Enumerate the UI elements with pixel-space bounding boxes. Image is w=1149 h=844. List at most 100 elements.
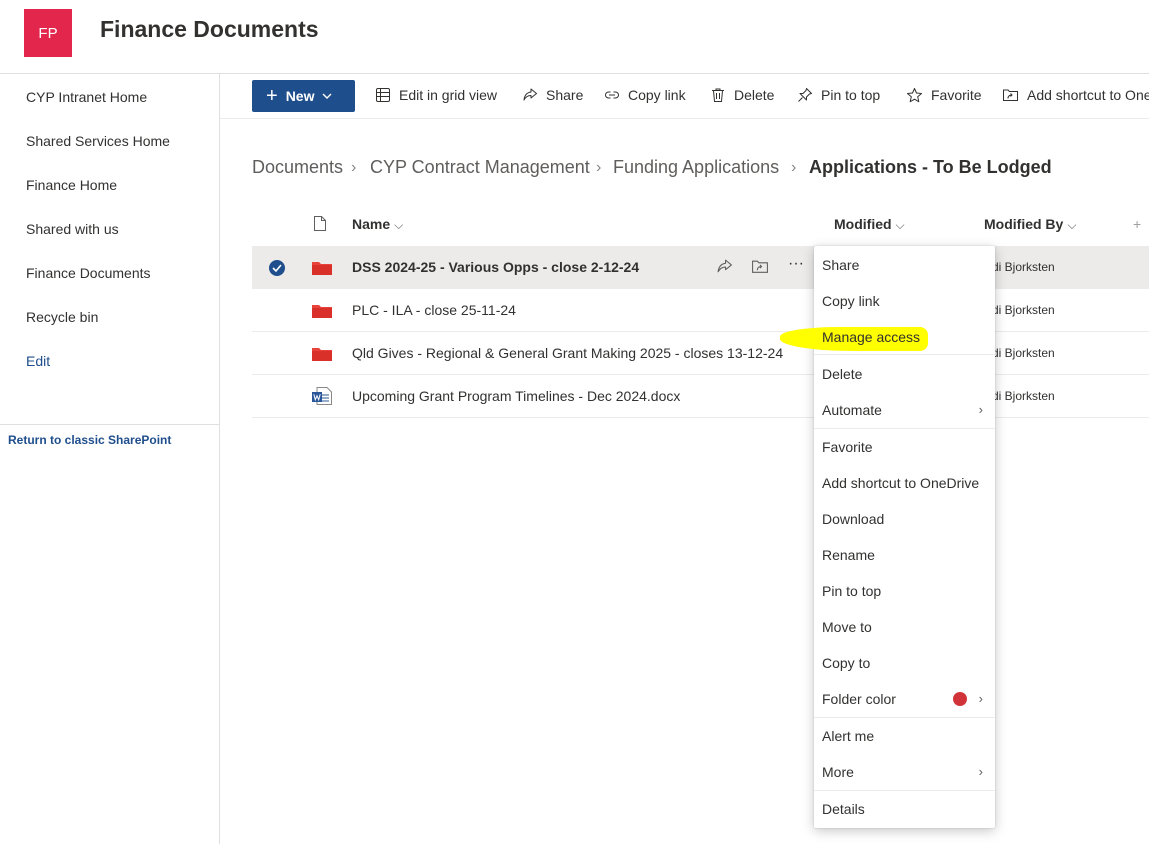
menu-item-pin-to-top[interactable]: Pin to top bbox=[822, 583, 881, 599]
menu-item-favorite[interactable]: Favorite bbox=[822, 439, 873, 455]
menu-item-share[interactable]: Share bbox=[822, 257, 859, 273]
menu-item-delete[interactable]: Delete bbox=[822, 366, 862, 382]
chevron-right-icon: › bbox=[978, 691, 983, 706]
nav-item-finance-documents[interactable]: Finance Documents bbox=[26, 265, 151, 281]
folder-color-swatch bbox=[953, 692, 967, 706]
add-shortcut-label: Add shortcut to One bbox=[1027, 87, 1149, 103]
checkmark-circle-icon[interactable] bbox=[268, 259, 286, 277]
row-name[interactable]: Upcoming Grant Program Timelines - Dec 2… bbox=[352, 388, 680, 404]
nav-item-recycle-bin[interactable]: Recycle bin bbox=[26, 309, 98, 325]
pin-to-top-button[interactable]: Pin to top bbox=[797, 87, 880, 103]
menu-item-manage-access[interactable]: Manage access bbox=[822, 329, 920, 345]
breadcrumb-funding-applications[interactable]: Funding Applications bbox=[613, 157, 779, 178]
menu-divider bbox=[814, 354, 995, 355]
chevron-right-icon: › bbox=[791, 159, 797, 176]
column-header-modified[interactable]: Modified ⌵ bbox=[834, 216, 905, 233]
nav-item-shared-with-us[interactable]: Shared with us bbox=[26, 221, 119, 237]
shortcut-folder-icon[interactable] bbox=[751, 258, 769, 275]
nav-item-finance-home[interactable]: Finance Home bbox=[26, 177, 117, 193]
site-title[interactable]: Finance Documents bbox=[100, 16, 319, 43]
menu-divider bbox=[814, 428, 995, 429]
new-button[interactable]: + New bbox=[252, 80, 355, 112]
edit-grid-view-label: Edit in grid view bbox=[399, 87, 498, 103]
table-row[interactable]: DSS 2024-25 - Various Opps - close 2-12-… bbox=[252, 246, 1149, 289]
share-button[interactable]: Share bbox=[522, 87, 583, 103]
chevron-right-icon: › bbox=[978, 402, 983, 417]
chevron-down-icon: ⌵ bbox=[895, 218, 905, 232]
chevron-right-icon: › bbox=[596, 159, 602, 176]
menu-item-move-to[interactable]: Move to bbox=[822, 619, 872, 635]
menu-item-copy-link[interactable]: Copy link bbox=[822, 293, 880, 309]
favorite-label: Favorite bbox=[931, 87, 982, 103]
chevron-right-icon: › bbox=[351, 159, 357, 176]
copy-link-button[interactable]: Copy link bbox=[604, 87, 686, 103]
site-header: FP Finance Documents bbox=[0, 0, 1149, 74]
menu-item-copy-to[interactable]: Copy to bbox=[822, 655, 870, 671]
row-name[interactable]: PLC - ILA - close 25-11-24 bbox=[352, 302, 516, 318]
column-header-modified-by-label: Modified By bbox=[984, 216, 1064, 232]
row-name[interactable]: Qld Gives - Regional & General Grant Mak… bbox=[352, 345, 783, 361]
menu-divider bbox=[814, 790, 995, 791]
delete-button[interactable]: Delete bbox=[710, 87, 774, 103]
add-column-button[interactable]: + bbox=[1133, 216, 1141, 232]
nav-item-shared-services-home[interactable]: Shared Services Home bbox=[26, 133, 170, 149]
command-bar: + New Edit in grid view Share Copy link … bbox=[220, 74, 1149, 119]
delete-label: Delete bbox=[734, 87, 775, 103]
copy-link-label: Copy link bbox=[628, 87, 686, 103]
link-icon bbox=[605, 91, 619, 99]
column-header-modified-by[interactable]: Modified By ⌵ bbox=[984, 216, 1076, 233]
share-label: Share bbox=[546, 87, 584, 103]
row-modified-by[interactable]: di Bjorksten bbox=[992, 346, 1055, 360]
table-row[interactable]: PLC - ILA - close 25-11-24 di Bjorksten bbox=[252, 289, 1149, 332]
table-row[interactable]: Upcoming Grant Program Timelines - Dec 2… bbox=[252, 375, 1149, 418]
column-header-name[interactable]: Name ⌵ bbox=[352, 216, 403, 233]
share-icon[interactable] bbox=[716, 258, 733, 275]
nav-item-cyp-intranet-home[interactable]: CYP Intranet Home bbox=[26, 89, 147, 105]
breadcrumb-documents[interactable]: Documents bbox=[252, 157, 343, 178]
chevron-down-icon: ⌵ bbox=[394, 218, 404, 232]
menu-item-alert-me[interactable]: Alert me bbox=[822, 728, 874, 744]
menu-item-details[interactable]: Details bbox=[822, 801, 865, 817]
chevron-down-icon bbox=[322, 93, 332, 99]
file-type-header-icon[interactable] bbox=[313, 215, 327, 232]
folder-icon bbox=[312, 305, 332, 318]
breadcrumb-cyp-contract-management[interactable]: CYP Contract Management bbox=[370, 157, 590, 178]
plus-icon: + bbox=[266, 85, 278, 107]
menu-item-more[interactable]: More bbox=[822, 764, 854, 780]
row-modified-by[interactable]: di Bjorksten bbox=[992, 303, 1055, 317]
left-navigation: CYP Intranet Home Shared Services Home F… bbox=[0, 74, 220, 844]
trash-icon bbox=[712, 88, 724, 102]
column-header-name-label: Name bbox=[352, 216, 391, 232]
row-name[interactable]: DSS 2024-25 - Various Opps - close 2-12-… bbox=[352, 259, 639, 275]
menu-item-add-shortcut[interactable]: Add shortcut to OneDrive bbox=[822, 475, 979, 491]
menu-item-rename[interactable]: Rename bbox=[822, 547, 875, 563]
favorite-button[interactable]: Favorite bbox=[906, 87, 982, 103]
menu-item-automate[interactable]: Automate bbox=[822, 402, 882, 418]
pin-icon bbox=[798, 88, 812, 102]
more-options-icon[interactable]: ··· bbox=[788, 255, 804, 273]
nav-divider bbox=[0, 424, 219, 425]
return-to-classic-link[interactable]: Return to classic SharePoint bbox=[8, 433, 171, 447]
table-row[interactable]: Qld Gives - Regional & General Grant Mak… bbox=[252, 332, 1149, 375]
share-icon bbox=[523, 88, 537, 101]
folder-icon bbox=[312, 262, 332, 275]
new-button-label: New bbox=[285, 88, 315, 104]
menu-item-folder-color[interactable]: Folder color bbox=[822, 691, 896, 707]
menu-item-download[interactable]: Download bbox=[822, 511, 884, 527]
grid-icon bbox=[376, 88, 390, 102]
pin-to-top-label: Pin to top bbox=[821, 87, 881, 103]
site-logo[interactable]: FP bbox=[24, 9, 72, 57]
add-shortcut-button[interactable]: Add shortcut to One bbox=[1002, 87, 1149, 103]
row-modified-by[interactable]: di Bjorksten bbox=[992, 260, 1055, 274]
nav-edit-link[interactable]: Edit bbox=[26, 353, 50, 369]
shortcut-folder-icon bbox=[1003, 89, 1018, 101]
breadcrumb-current: Applications - To Be Lodged bbox=[809, 157, 1052, 177]
menu-divider bbox=[814, 717, 995, 718]
column-header-modified-label: Modified bbox=[834, 216, 892, 232]
row-modified-by[interactable]: di Bjorksten bbox=[992, 389, 1055, 403]
folder-icon bbox=[312, 348, 332, 361]
star-icon bbox=[907, 88, 922, 103]
chevron-down-icon: ⌵ bbox=[1067, 218, 1077, 232]
chevron-right-icon: › bbox=[978, 764, 983, 779]
edit-grid-view-button[interactable]: Edit in grid view bbox=[375, 87, 497, 103]
